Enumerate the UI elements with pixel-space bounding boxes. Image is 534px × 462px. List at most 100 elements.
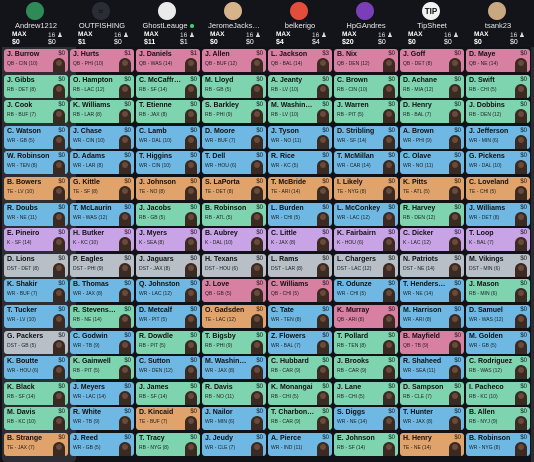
player-pick-card[interactable]: J. Love QB - GB (5) $0 bbox=[202, 279, 266, 303]
player-pick-card[interactable]: J. Nailor WR - MIN (6) $0 bbox=[202, 407, 266, 431]
player-pick-card[interactable]: D. Henry RB - BAL (7) $0 bbox=[400, 100, 464, 124]
player-pick-card[interactable]: C. Watson WR - GB (5) $0 bbox=[4, 125, 68, 149]
player-pick-card[interactable]: H. Texans DST - HOU (6) $0 bbox=[202, 253, 266, 277]
player-pick-card[interactable]: D. Adams WR - LAR (8) $0 bbox=[70, 151, 134, 175]
player-pick-card[interactable]: L. Chargers DST - LAC (12) $0 bbox=[334, 253, 398, 277]
player-pick-card[interactable]: B. Bowers TE - LV (10) $0 bbox=[4, 177, 68, 200]
player-pick-card[interactable]: B. Thomas WR - JAX (8) $0 bbox=[70, 279, 134, 303]
player-pick-card[interactable]: K. Black RB - SF (14) $0 bbox=[4, 381, 68, 405]
player-pick-card[interactable]: O. Hampton RB - LAC (12) $0 bbox=[70, 74, 134, 98]
player-pick-card[interactable]: H. Henry TE - NE (14) $0 bbox=[400, 433, 464, 456]
player-pick-card[interactable]: J. Johnson TE - NO (8) $0 bbox=[136, 177, 200, 200]
player-pick-card[interactable]: K. Gainwell RB - PIT (5) $0 bbox=[70, 356, 134, 380]
player-pick-card[interactable]: K. Monangai RB - CHI (5) $0 bbox=[268, 381, 332, 405]
player-pick-card[interactable]: C. Tate WR - TEN (8) $0 bbox=[268, 305, 332, 328]
player-pick-card[interactable]: J. Chase WR - CIN (10) $0 bbox=[70, 125, 134, 149]
player-pick-card[interactable]: M. Golden WR - GB (5) $0 bbox=[466, 330, 530, 354]
player-pick-card[interactable]: T. Tucker WR - LV (10) $0 bbox=[4, 305, 68, 328]
player-pick-card[interactable]: K. Boutte WR - HOU (6) $0 bbox=[4, 356, 68, 380]
player-pick-card[interactable]: C. Dicker K - LAC (12) $0 bbox=[400, 228, 464, 252]
player-pick-card[interactable]: J. Williams WR - DET (8) $0 bbox=[466, 202, 530, 226]
player-pick-card[interactable]: H. Butker K - KC (10) $0 bbox=[70, 228, 134, 252]
player-pick-card[interactable]: T. McBride TE - ARI (14) $0 bbox=[268, 177, 332, 200]
player-pick-card[interactable]: J. Cook RB - BUF (7) $0 bbox=[4, 100, 68, 124]
player-pick-card[interactable]: Z. Flowers WR - BAL (7) $0 bbox=[268, 330, 332, 354]
player-pick-card[interactable]: J. Meyers WR - LAC (14) $0 bbox=[70, 381, 134, 405]
player-pick-card[interactable]: C. Little K - JAX (8) $0 bbox=[268, 228, 332, 252]
player-pick-card[interactable]: J. Daniels QB - WAS (14) $1 bbox=[136, 49, 200, 72]
player-pick-card[interactable]: W. Robinson WR - TEN (8) $0 bbox=[4, 151, 68, 175]
player-pick-card[interactable]: J. Jeudy WR - CLE (7) $0 bbox=[202, 433, 266, 456]
player-pick-card[interactable]: E. Johnson RB - SF (14) $0 bbox=[334, 433, 398, 456]
player-pick-card[interactable]: T. Higgins WR - CIN (10) $0 bbox=[136, 151, 200, 175]
player-pick-card[interactable]: M. Lloyd RB - GB (5) $0 bbox=[202, 74, 266, 98]
player-pick-card[interactable]: C. Olave WR - NO (11) $0 bbox=[400, 151, 464, 175]
player-pick-card[interactable]: R. White WR - TB (9) $0 bbox=[70, 407, 134, 431]
player-pick-card[interactable]: C. Brown RB - CIN (10) $0 bbox=[334, 74, 398, 98]
player-pick-card[interactable]: L. Jackson QB - BAL (14) $3 bbox=[268, 49, 332, 72]
player-pick-card[interactable]: T. Loop K - BAL (7) $0 bbox=[466, 228, 530, 252]
player-pick-card[interactable]: R. Dowdle RB - PIT (5) $0 bbox=[136, 330, 200, 354]
player-pick-card[interactable]: C. Loveland TE - CHI (5) $0 bbox=[466, 177, 530, 200]
player-pick-card[interactable]: R. Stevens… RB - NE (14) $0 bbox=[70, 305, 134, 328]
team-header[interactable]: tsank23 MAX $0 16 ♟ $0 bbox=[466, 0, 530, 47]
player-pick-card[interactable]: J. Dobbins RB - DEN (12) $0 bbox=[466, 100, 530, 124]
player-pick-card[interactable]: G. Pickens WR - DAL (10) $0 bbox=[466, 151, 530, 175]
player-pick-card[interactable]: J. Hurts QB - PHI (10) $1 bbox=[70, 49, 134, 72]
player-pick-card[interactable]: R. Harvey RB - DEN (12) $0 bbox=[400, 202, 464, 226]
player-pick-card[interactable]: K. Pitts TE - ATL (5) $0 bbox=[400, 177, 464, 200]
player-pick-card[interactable]: R. Shaheed WR - SEA (11) $0 bbox=[400, 356, 464, 380]
player-pick-card[interactable]: D. Lions DST - DET (8) $0 bbox=[4, 253, 68, 277]
player-pick-card[interactable]: C. Lamb WR - DAL (10) $0 bbox=[136, 125, 200, 149]
player-pick-card[interactable]: T. McMillan WR - CAR (14) $0 bbox=[334, 151, 398, 175]
player-pick-card[interactable]: R. Doubs WR - NE (11) $0 bbox=[4, 202, 68, 226]
player-pick-card[interactable]: B. Allen RB - NYJ (9) $0 bbox=[466, 407, 530, 431]
player-pick-card[interactable]: S. Diggs WR - NE (14) $0 bbox=[334, 407, 398, 431]
player-pick-card[interactable]: T. Henders… WR - NE (14) $0 bbox=[400, 279, 464, 303]
player-pick-card[interactable]: D. Achane RB - MIA (12) $0 bbox=[400, 74, 464, 98]
player-pick-card[interactable]: J. Mason RB - MIN (6) $0 bbox=[466, 279, 530, 303]
player-pick-card[interactable]: K. Murray QB - ARI (8) $0 bbox=[334, 305, 398, 328]
player-pick-card[interactable]: R. Rice WR - KC (5) $0 bbox=[268, 151, 332, 175]
player-pick-card[interactable]: L. McConkey WR - LAC (12) $0 bbox=[334, 202, 398, 226]
team-header[interactable]: GhostLeauge MAX $11 16 ♟ $1 bbox=[136, 0, 200, 47]
player-pick-card[interactable]: T. Etienne RB - JAX (8) $0 bbox=[136, 100, 200, 124]
player-pick-card[interactable]: C. McCaffr… RB - SF (14) $0 bbox=[136, 74, 200, 98]
player-pick-card[interactable]: T. Charbon… RB - CAR (9) $0 bbox=[268, 407, 332, 431]
player-pick-card[interactable]: T. Tracy RB - NYG (8) $0 bbox=[136, 433, 200, 456]
player-pick-card[interactable]: G. Packers DST - GB (5) $0 bbox=[4, 330, 68, 354]
player-pick-card[interactable]: D. Kincaid TE - BUF (7) $0 bbox=[136, 407, 200, 431]
player-pick-card[interactable]: J. Jacobs RB - GB (5) $0 bbox=[136, 202, 200, 226]
player-pick-card[interactable]: P. Eagles DST - PHI (9) $0 bbox=[70, 253, 134, 277]
player-pick-card[interactable]: C. Williams QB - CHI (5) $0 bbox=[268, 279, 332, 303]
player-pick-card[interactable]: J. Warren RB - PIT (5) $0 bbox=[334, 100, 398, 124]
player-pick-card[interactable]: A. Pierce WR - IND (11) $0 bbox=[268, 433, 332, 456]
player-pick-card[interactable]: R. Odunze WR - CHI (5) $0 bbox=[334, 279, 398, 303]
player-pick-card[interactable]: L. Rams DST - LAR (8) $0 bbox=[268, 253, 332, 277]
team-header[interactable]: ≈ OUTFISHING MAX $1 16 ♟ $0 bbox=[70, 0, 134, 47]
team-header[interactable]: belkerigo MAX $4 16 ♟ $4 bbox=[268, 0, 332, 47]
player-pick-card[interactable]: J. Reed WR - GB (5) $0 bbox=[70, 433, 134, 456]
player-pick-card[interactable]: B. Mayfield QB - TB (9) $0 bbox=[400, 330, 464, 354]
player-pick-card[interactable]: A. Jeanty RB - LV (10) $0 bbox=[268, 74, 332, 98]
player-pick-card[interactable]: B. Aubrey K - DAL (10) $0 bbox=[202, 228, 266, 252]
player-pick-card[interactable]: I. Likely TE - NYG (8) $0 bbox=[334, 177, 398, 200]
player-pick-card[interactable]: S. Barkley RB - PHI (9) $0 bbox=[202, 100, 266, 124]
player-pick-card[interactable]: J. Burrow QB - CIN (10) $0 bbox=[4, 49, 68, 72]
player-pick-card[interactable]: E. Pineiro K - SF (14) $0 bbox=[4, 228, 68, 252]
player-pick-card[interactable]: J. Jefferson WR - MIN (6) $0 bbox=[466, 125, 530, 149]
player-pick-card[interactable]: D. Moore WR - BUF (7) $0 bbox=[202, 125, 266, 149]
player-pick-card[interactable]: M. Davis RB - KC (10) $0 bbox=[4, 407, 68, 431]
player-pick-card[interactable]: M. Vikings DST - MIN (6) $0 bbox=[466, 253, 530, 277]
player-pick-card[interactable]: M. Washin… RB - LV (10) $0 bbox=[268, 100, 332, 124]
player-pick-card[interactable]: C. Hubbard RB - CAR (9) $0 bbox=[268, 356, 332, 380]
team-header[interactable]: TIP TipSheet MAX $0 16 ♟ $0 bbox=[400, 0, 464, 47]
player-pick-card[interactable]: I. Pacheco RB - KC (10) $0 bbox=[466, 381, 530, 405]
player-pick-card[interactable]: G. Kittle TE - SF (8) $0 bbox=[70, 177, 134, 200]
player-pick-card[interactable]: D. Sampson RB - CLE (7) $0 bbox=[400, 381, 464, 405]
player-pick-card[interactable]: J. Tyson WR - NO (11) $0 bbox=[268, 125, 332, 149]
player-pick-card[interactable]: K. Shakir WR - BUF (7) $0 bbox=[4, 279, 68, 303]
player-pick-card[interactable]: B. Robinson RB - ATL (5) $0 bbox=[202, 202, 266, 226]
player-pick-card[interactable]: M. Washin… WR - JAX (8) $0 bbox=[202, 356, 266, 380]
team-header[interactable]: HpGAndres MAX $20 16 ♟ $0 bbox=[334, 0, 398, 47]
